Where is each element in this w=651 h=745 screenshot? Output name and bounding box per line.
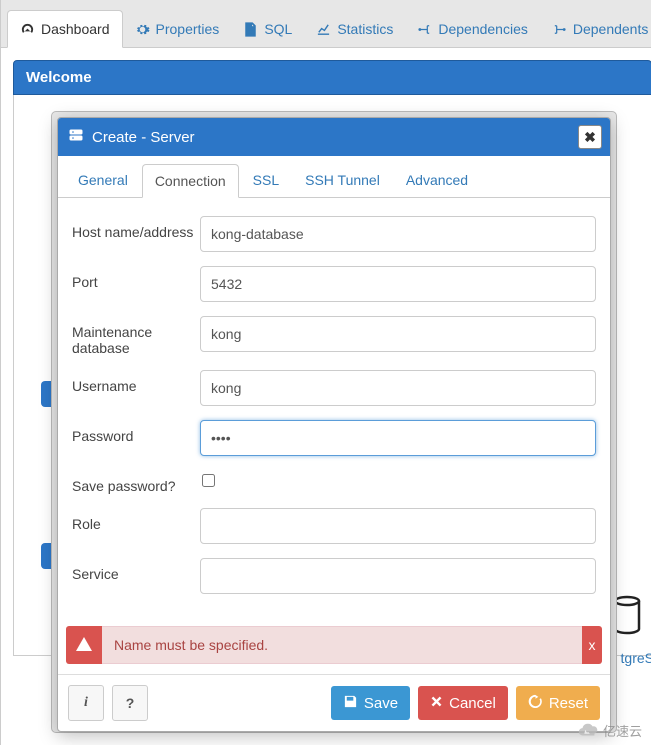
help-icon: ? (126, 695, 135, 711)
dialog-title: Create - Server (92, 129, 195, 146)
dialog-tab-general[interactable]: General (66, 164, 140, 197)
watermark-text: 亿速云 (603, 721, 642, 740)
service-label: Service (72, 558, 200, 582)
tab-sql[interactable]: SQL (231, 11, 304, 47)
watermark: 亿速云 (577, 719, 642, 741)
dependency-icon (417, 22, 432, 37)
maintdb-label: Maintenance database (72, 316, 200, 356)
password-label: Password (72, 420, 200, 444)
tab-properties[interactable]: Properties (123, 11, 232, 47)
savepw-checkbox[interactable] (202, 474, 215, 487)
top-tabs: Dashboard Properties SQL Statistics Depe… (1, 0, 651, 48)
dialog-tab-ssl[interactable]: SSL (241, 164, 291, 197)
cancel-button[interactable]: Cancel (418, 686, 508, 720)
cancel-label: Cancel (449, 695, 496, 712)
maintdb-field[interactable] (200, 316, 596, 352)
port-label: Port (72, 266, 200, 290)
cancel-icon (430, 695, 443, 712)
dialog-tab-connection[interactable]: Connection (142, 164, 239, 198)
info-icon: i (84, 695, 88, 711)
dialog-tab-advanced[interactable]: Advanced (394, 164, 480, 197)
reset-button[interactable]: Reset (516, 686, 600, 720)
error-close-button[interactable]: x (582, 626, 602, 664)
server-icon (68, 127, 84, 147)
connection-form: Host name/address Port Maintenance datab… (58, 198, 610, 626)
username-label: Username (72, 370, 200, 394)
port-field[interactable] (200, 266, 596, 302)
dialog-tabs: General Connection SSL SSH Tunnel Advanc… (58, 156, 610, 198)
info-button[interactable]: i (68, 685, 104, 721)
bg-pg-link: tgreS (621, 650, 651, 666)
error-text: Name must be specified. (102, 626, 582, 664)
dialog-header[interactable]: Create - Server ✖ (58, 118, 610, 156)
dialog-footer: i ? Save Cancel Reset (58, 674, 610, 731)
chart-line-icon (316, 22, 331, 37)
tab-statistics[interactable]: Statistics (304, 11, 405, 47)
tab-sql-label: SQL (264, 21, 292, 37)
save-label: Save (364, 695, 398, 712)
welcome-title: Welcome (13, 60, 651, 95)
tab-dependencies-label: Dependencies (438, 21, 528, 37)
dependent-icon (552, 22, 567, 37)
reset-label: Reset (549, 695, 588, 712)
gear-icon (135, 22, 150, 37)
savepw-label: Save password? (72, 470, 200, 494)
reset-icon (528, 694, 543, 713)
tab-dependents-label: Dependents (573, 21, 649, 37)
save-icon (343, 694, 358, 713)
service-field[interactable] (200, 558, 596, 594)
create-server-dialog: Create - Server ✖ General Connection SSL… (57, 117, 611, 732)
host-label: Host name/address (72, 216, 200, 240)
password-field[interactable] (200, 420, 596, 456)
warning-icon (66, 626, 102, 664)
role-label: Role (72, 508, 200, 532)
dialog-close-button[interactable]: ✖ (578, 125, 602, 149)
dialog-tab-ssh[interactable]: SSH Tunnel (293, 164, 392, 197)
host-field[interactable] (200, 216, 596, 252)
tab-dashboard[interactable]: Dashboard (7, 10, 123, 48)
tab-dependencies[interactable]: Dependencies (405, 11, 540, 47)
tab-dashboard-label: Dashboard (41, 21, 110, 37)
username-field[interactable] (200, 370, 596, 406)
tab-statistics-label: Statistics (337, 21, 393, 37)
error-alert: Name must be specified. x (66, 626, 602, 664)
role-field[interactable] (200, 508, 596, 544)
cloud-icon (577, 719, 599, 741)
help-button[interactable]: ? (112, 685, 148, 721)
save-button[interactable]: Save (331, 686, 410, 720)
tab-properties-label: Properties (156, 21, 220, 37)
tab-dependents[interactable]: Dependents (540, 11, 651, 47)
file-icon (243, 22, 258, 37)
close-icon: ✖ (584, 129, 596, 146)
dashboard-icon (20, 22, 35, 37)
